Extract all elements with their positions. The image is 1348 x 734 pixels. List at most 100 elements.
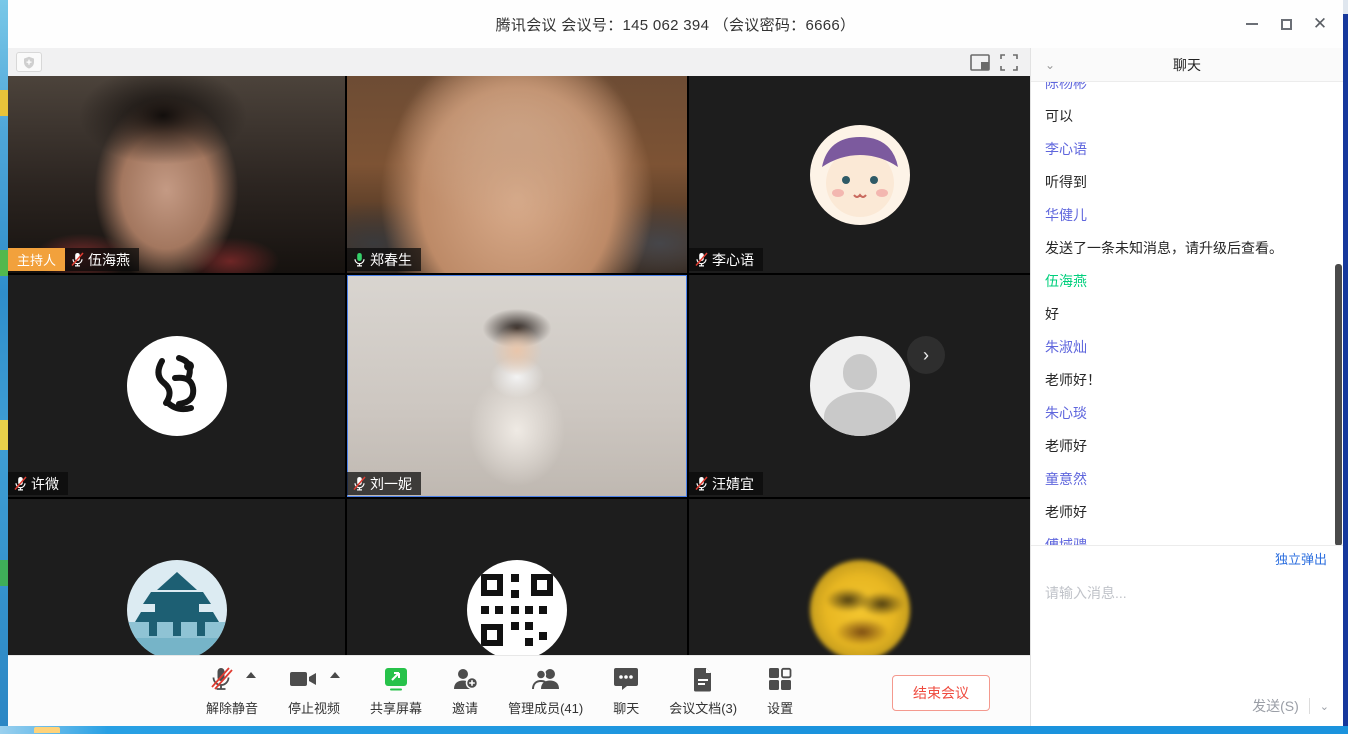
- mic-options-arrow[interactable]: [246, 672, 256, 678]
- chat-button[interactable]: 聊天: [613, 665, 639, 717]
- calligraphy-avatar: [127, 336, 227, 436]
- chat-sender: 傅域骋: [1045, 535, 1329, 545]
- document-icon: [692, 667, 714, 692]
- mic-muted-icon: [353, 476, 366, 491]
- host-badge: 主持人: [8, 248, 65, 271]
- video-tile[interactable]: 汪婧宜: [689, 275, 1030, 497]
- meeting-security-button[interactable]: [16, 52, 42, 72]
- settings-button[interactable]: 设置: [767, 665, 793, 717]
- emoji-avatar: [810, 560, 910, 655]
- video-tile[interactable]: [689, 499, 1030, 655]
- chat-sender: 朱淑灿: [1045, 337, 1329, 357]
- meeting-toolbar: 解除静音 停止视频: [8, 655, 1030, 726]
- meeting-window: 腾讯会议 会议号：145 062 394 （会议密码：6666） ✕: [8, 0, 1343, 726]
- participant-name: 李心语: [712, 250, 754, 270]
- toolbar-label: 解除静音: [206, 698, 258, 717]
- video-tile[interactable]: 李心语: [689, 76, 1030, 273]
- meeting-docs-button[interactable]: 会议文档(3): [669, 665, 737, 717]
- stop-video-button[interactable]: 停止视频: [288, 665, 340, 717]
- default-person-avatar: [810, 336, 910, 436]
- fullscreen-button[interactable]: [1000, 54, 1018, 71]
- popout-link[interactable]: 独立弹出: [1275, 549, 1327, 568]
- end-meeting-button[interactable]: 结束会议: [892, 675, 990, 711]
- chat-message: 好: [1045, 304, 1329, 324]
- toolbar-label: 聊天: [613, 698, 639, 717]
- chat-bubble-icon: [613, 667, 639, 691]
- chat-message: 听得到: [1045, 172, 1329, 192]
- video-area: 主持人 伍海燕: [8, 48, 1030, 726]
- minimize-button[interactable]: [1235, 7, 1269, 41]
- shield-icon: [23, 56, 35, 69]
- title-bar[interactable]: 腾讯会议 会议号：145 062 394 （会议密码：6666） ✕: [8, 0, 1343, 48]
- chat-header: ⌄ 聊天: [1031, 48, 1343, 82]
- chat-sender: 朱心琰: [1045, 403, 1329, 423]
- chat-message-list[interactable]: 陈杨彬 可以 李心语 听得到 华健儿 发送了一条未知消息，请升级后查看。 伍海燕…: [1031, 82, 1343, 545]
- toolbar-label: 停止视频: [288, 698, 340, 717]
- mic-active-icon: [353, 252, 366, 267]
- chat-sender: 童意然: [1045, 469, 1329, 489]
- participant-name: 刘一妮: [370, 474, 412, 494]
- toolbar-label: 共享屏幕: [370, 698, 422, 717]
- desktop-edge-bottom: [0, 726, 1348, 734]
- popout-row: 独立弹出: [1031, 545, 1343, 571]
- video-tile-selected[interactable]: 刘一妮: [347, 275, 687, 497]
- window-title: 腾讯会议 会议号：145 062 394 （会议密码：6666）: [8, 0, 1343, 48]
- video-tile[interactable]: [347, 499, 687, 655]
- toolbar-label: 会议文档(3): [669, 698, 737, 717]
- chat-message: 老师好！: [1045, 370, 1329, 390]
- maximize-button[interactable]: [1269, 7, 1303, 41]
- settings-grid-icon: [768, 667, 792, 691]
- maximize-icon: [1281, 19, 1292, 30]
- manage-members-button[interactable]: 管理成员(41): [508, 665, 583, 717]
- share-screen-button[interactable]: 共享屏幕: [370, 665, 422, 717]
- participant-name: 伍海燕: [88, 250, 130, 270]
- invite-person-icon: [452, 667, 478, 691]
- mic-muted-icon: [695, 252, 708, 267]
- send-options-chevron-icon[interactable]: ⌄: [1320, 700, 1329, 713]
- mic-muted-icon: [14, 476, 27, 491]
- layout-view-button[interactable]: [970, 54, 990, 71]
- video-grid: 主持人 伍海燕: [8, 76, 1030, 655]
- unmute-button[interactable]: 解除静音: [206, 665, 258, 717]
- video-tile[interactable]: [8, 499, 345, 655]
- mic-muted-icon: [695, 476, 708, 491]
- close-button[interactable]: ✕: [1303, 7, 1337, 41]
- mic-muted-icon: [71, 252, 84, 267]
- invite-button[interactable]: 邀请: [452, 665, 478, 717]
- taskbar-folder-icon: [34, 727, 60, 733]
- chat-sender: 李心语: [1045, 139, 1329, 159]
- chat-message: 发送了一条未知消息，请升级后查看。: [1045, 238, 1329, 258]
- participant-name: 汪婧宜: [712, 474, 754, 494]
- send-divider: [1309, 698, 1310, 714]
- qrcode-avatar: [467, 560, 567, 655]
- video-tile[interactable]: 郑春生: [347, 76, 687, 273]
- chat-sender: 陈杨彬: [1045, 82, 1329, 93]
- cartoon-avatar: [810, 125, 910, 225]
- video-tile[interactable]: 主持人 伍海燕: [8, 76, 345, 273]
- chat-message: 老师好: [1045, 502, 1329, 522]
- pagoda-photo-avatar: [127, 560, 227, 655]
- video-topbar: [8, 48, 1030, 76]
- toolbar-label: 管理成员(41): [508, 698, 583, 717]
- camera-options-arrow[interactable]: [330, 672, 340, 678]
- participant-name: 郑春生: [370, 250, 412, 270]
- mic-muted-icon: [209, 666, 233, 692]
- send-button[interactable]: 发送(S): [1252, 696, 1299, 716]
- chat-message: 老师好: [1045, 436, 1329, 456]
- toolbar-label: 邀请: [452, 698, 478, 717]
- minimize-icon: [1246, 23, 1258, 25]
- desktop-edge-left: [0, 0, 8, 734]
- chat-input[interactable]: [1031, 571, 1343, 696]
- chevron-right-icon: ›: [923, 345, 929, 366]
- camera-icon: [289, 670, 317, 688]
- video-tile[interactable]: 许微: [8, 275, 345, 497]
- chat-title: 聊天: [1031, 55, 1343, 75]
- chat-scrollbar[interactable]: [1335, 264, 1342, 546]
- send-row: 发送(S) ⌄: [1031, 694, 1343, 718]
- next-page-button[interactable]: ›: [907, 336, 945, 374]
- toolbar-label: 设置: [767, 698, 793, 717]
- chat-sender-self: 伍海燕: [1045, 271, 1329, 291]
- participant-name: 许微: [31, 474, 59, 494]
- share-screen-icon: [383, 667, 409, 691]
- chat-panel: ⌄ 聊天 陈杨彬 可以 李心语 听得到 华健儿 发送了一条未知消息，请升级后查看…: [1030, 48, 1343, 726]
